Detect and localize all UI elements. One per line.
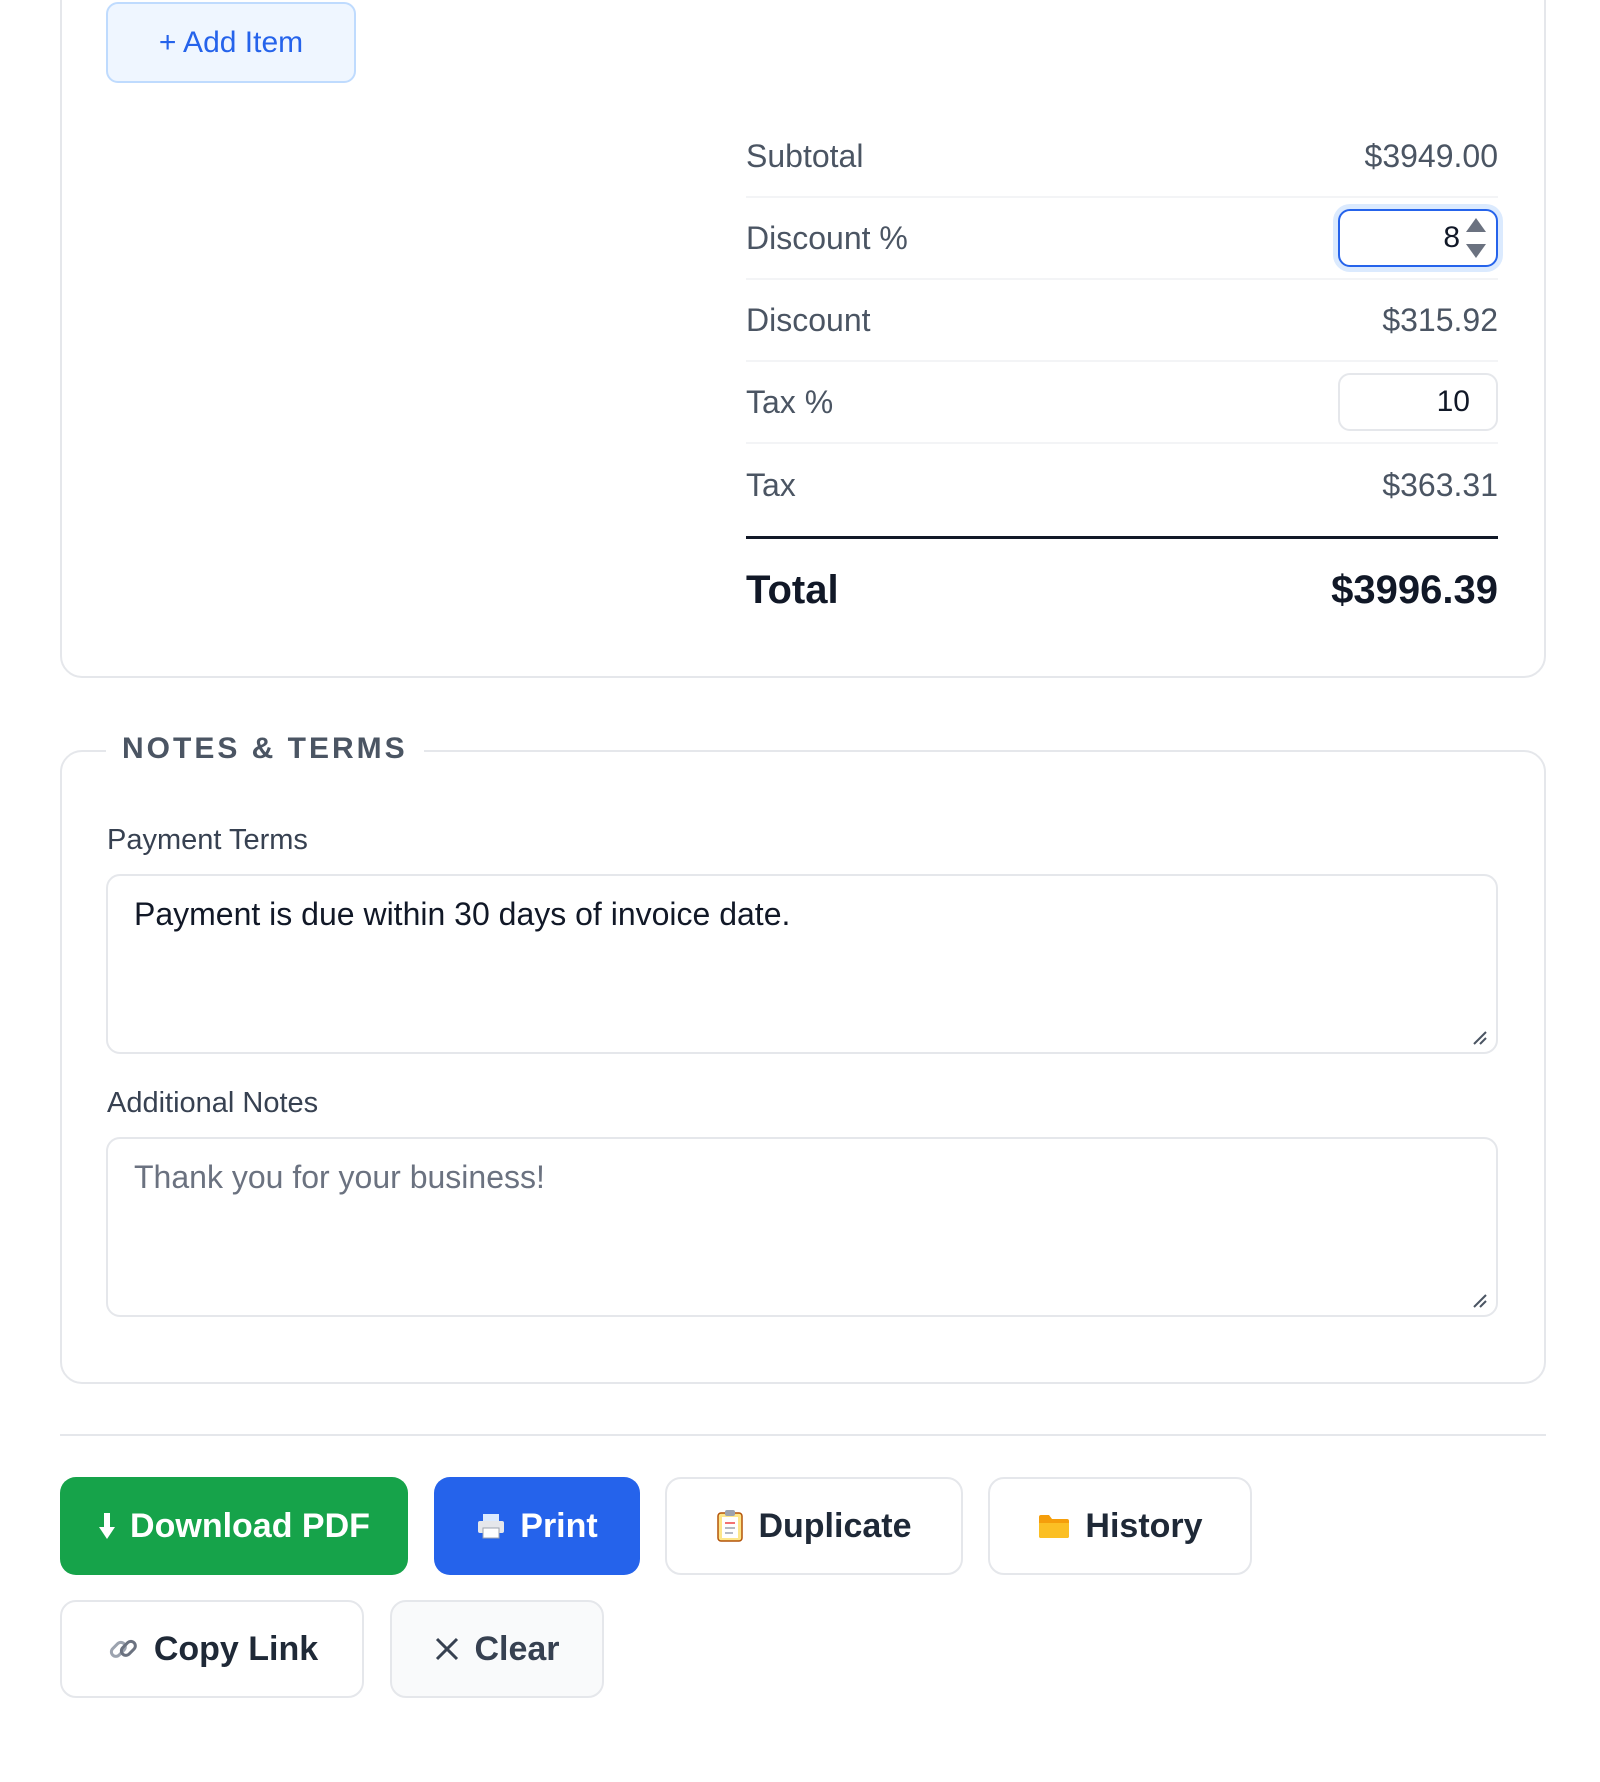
discount-row: Discount $315.92 — [746, 280, 1498, 362]
copy-link-button[interactable]: Copy Link — [60, 1600, 364, 1698]
spinner-up-icon[interactable] — [1466, 218, 1486, 232]
tax-percent-input[interactable]: 10 — [1338, 373, 1498, 431]
discount-percent-label: Discount % — [746, 219, 908, 256]
additional-notes-label: Additional Notes — [107, 1087, 319, 1119]
spinner-down-icon[interactable] — [1466, 244, 1486, 258]
clear-button[interactable]: Clear — [390, 1600, 604, 1698]
link-icon — [109, 1639, 137, 1658]
download-pdf-label: Download PDF — [130, 1506, 370, 1545]
history-label: History — [1085, 1506, 1203, 1545]
discount-percent-value: 8 — [1443, 221, 1460, 254]
total-value: $3996.39 — [1331, 567, 1498, 612]
tax-percent-value: 10 — [1436, 385, 1470, 418]
history-button[interactable]: History — [988, 1477, 1252, 1575]
tax-percent-row: Tax % 10 — [746, 362, 1498, 444]
duplicate-label: Duplicate — [758, 1506, 912, 1545]
printer-icon — [478, 1514, 505, 1539]
payment-terms-text: Payment is due within 30 days of invoice… — [134, 896, 791, 932]
download-pdf-button[interactable]: Download PDF — [60, 1477, 408, 1575]
payment-terms-textarea[interactable]: Payment is due within 30 days of invoice… — [106, 874, 1498, 1054]
download-arrow-icon — [99, 1513, 116, 1539]
close-icon — [436, 1637, 459, 1661]
tax-label: Tax — [746, 466, 796, 503]
subtotal-row: Subtotal $3949.00 — [746, 116, 1498, 198]
discount-percent-input[interactable]: 8 — [1338, 209, 1498, 267]
notes-section-title: NOTES & TERMS — [106, 732, 424, 766]
discount-value: $315.92 — [1382, 301, 1498, 338]
resize-handle-icon[interactable] — [1470, 1028, 1488, 1046]
actions-divider — [60, 1434, 1546, 1436]
tax-percent-label: Tax % — [746, 383, 834, 420]
print-button[interactable]: Print — [434, 1477, 640, 1575]
copy-link-label: Copy Link — [153, 1629, 319, 1668]
add-item-label: + Add Item — [158, 25, 304, 59]
additional-notes-placeholder: Thank you for your business! — [134, 1159, 545, 1195]
clipboard-icon — [717, 1510, 744, 1542]
print-label: Print — [520, 1506, 598, 1545]
tax-value: $363.31 — [1382, 466, 1498, 503]
additional-notes-textarea[interactable]: Thank you for your business! — [106, 1137, 1498, 1317]
tax-row: Tax $363.31 — [746, 444, 1498, 526]
discount-label: Discount — [746, 301, 871, 338]
subtotal-label: Subtotal — [746, 137, 864, 174]
total-divider — [746, 536, 1498, 539]
duplicate-button[interactable]: Duplicate — [665, 1477, 963, 1575]
total-label: Total — [746, 567, 839, 612]
resize-handle-icon[interactable] — [1470, 1291, 1488, 1309]
discount-percent-row: Discount % 8 — [746, 198, 1498, 280]
payment-terms-label: Payment Terms — [107, 824, 308, 856]
clear-label: Clear — [474, 1629, 560, 1668]
grand-total-row: Total $3996.39 — [746, 560, 1498, 620]
folder-icon — [1039, 1515, 1070, 1538]
subtotal-value: $3949.00 — [1364, 137, 1498, 174]
number-spinner[interactable] — [1466, 218, 1486, 258]
add-item-button[interactable]: + Add Item — [106, 2, 356, 83]
